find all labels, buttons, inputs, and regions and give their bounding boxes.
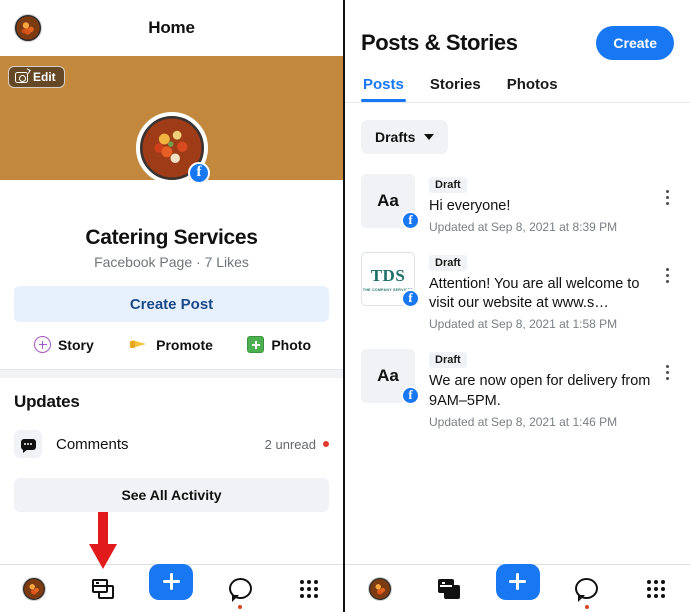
section-divider: [0, 369, 343, 378]
right-bottom-nav: [345, 563, 690, 612]
quick-action-story-label: Story: [57, 336, 94, 353]
dual-screenshot: Home Edit f Catering Services Facebook P…: [0, 0, 690, 612]
draft-text: Attention! You are all welcome to visit …: [429, 276, 640, 312]
pages-icon: [91, 578, 114, 599]
camera-icon: [15, 71, 28, 83]
draft-text: Hi everyone!: [429, 198, 511, 214]
right-screen-posts-stories: Posts & Stories Create Posts Stories Pho…: [345, 0, 690, 612]
quick-action-promote-label: Promote: [156, 336, 213, 353]
tab-photos[interactable]: Photos: [507, 76, 558, 102]
photo-plus-icon: [247, 336, 265, 353]
comment-bubble-icon: [14, 430, 42, 458]
comments-label: Comments: [56, 435, 129, 453]
chat-badge-dot-icon: [238, 604, 243, 609]
plus-icon: [495, 563, 540, 600]
draft-overflow-menu-icon[interactable]: [658, 174, 676, 205]
nav-item-avatar[interactable]: [0, 565, 69, 612]
draft-updated-meta: Updated at Sep 8, 2021 at 1:46 PM: [429, 414, 618, 429]
tab-stories[interactable]: Stories: [430, 76, 481, 102]
nav-item-pages[interactable]: [69, 565, 138, 612]
quick-action-photo-label: Photo: [271, 336, 311, 353]
updates-heading: Updates: [14, 392, 80, 411]
draft-text: We are now open for delivery from 9AM–5P…: [429, 373, 651, 409]
draft-thumbnail-logo-label: TDS: [370, 266, 406, 286]
page-avatar-food-bowl-icon: [367, 576, 392, 601]
draft-thumbnail-wrap: Aa f: [361, 174, 420, 230]
grid-menu-icon: [299, 579, 318, 598]
megaphone-icon: [130, 337, 149, 352]
nav-item-create[interactable]: [483, 563, 552, 612]
circle-plus-icon: [33, 336, 51, 353]
drafts-filter-dropdown[interactable]: Drafts: [361, 120, 449, 154]
posts-stories-title: Posts & Stories: [361, 30, 518, 55]
status-badge: Draft: [429, 177, 467, 193]
left-header: Home: [0, 0, 343, 56]
profile-picture-wrap[interactable]: f: [136, 112, 210, 184]
right-header: Posts & Stories Create: [345, 0, 690, 60]
page-info: Catering Services Facebook Page · 7 Like…: [0, 180, 343, 270]
draft-list-item[interactable]: Aa f Draft Hi everyone! Updated at Sep 8…: [345, 166, 690, 244]
page-avatar-food-bowl-icon[interactable]: [14, 14, 42, 42]
plus-icon: [149, 563, 194, 600]
draft-updated-meta: Updated at Sep 8, 2021 at 1:58 PM: [429, 317, 618, 332]
create-post-button[interactable]: Create Post: [14, 286, 329, 322]
drafts-filter-label: Drafts: [375, 129, 416, 145]
nav-item-create[interactable]: [137, 563, 206, 612]
draft-list-item[interactable]: Aa f Draft We are now open for delivery …: [345, 341, 690, 438]
draft-list-item[interactable]: TDS THE COMPANY SERVICES f Draft Attenti…: [345, 244, 690, 341]
left-screen-page-home: Home Edit f Catering Services Facebook P…: [0, 0, 345, 612]
chevron-down-icon: [424, 134, 435, 140]
see-all-activity-button[interactable]: See All Activity: [14, 478, 329, 512]
nav-item-pages[interactable]: [414, 565, 483, 612]
updates-comments-row[interactable]: Comments 2 unread: [0, 412, 343, 458]
draft-thumbnail-wrap: TDS THE COMPANY SERVICES f: [361, 252, 420, 309]
draft-thumbnail-wrap: Aa f: [361, 349, 420, 406]
status-badge: Draft: [429, 352, 467, 369]
pages-icon: [437, 578, 460, 599]
status-badge: Draft: [429, 255, 467, 272]
unread-dot-icon: [323, 441, 329, 447]
quick-action-photo[interactable]: Photo: [225, 336, 333, 353]
tab-posts[interactable]: Posts: [361, 76, 406, 102]
draft-body: Draft Attention! You are all welcome to …: [415, 252, 658, 331]
facebook-badge-icon: f: [401, 289, 420, 309]
draft-overflow-menu-icon[interactable]: [658, 349, 676, 381]
draft-body: Draft We are now open for delivery from …: [415, 349, 658, 429]
chat-badge-dot-icon: [584, 604, 589, 609]
create-button[interactable]: Create: [596, 26, 674, 60]
page-avatar-food-bowl-icon: [22, 576, 47, 601]
chat-bubble-icon: [228, 578, 252, 602]
left-bottom-nav: [0, 563, 343, 612]
draft-updated-meta: Updated at Sep 8, 2021 at 8:39 PM: [429, 220, 618, 235]
annotation-arrow-icon: [89, 512, 117, 569]
quick-action-story[interactable]: Story: [10, 336, 118, 353]
draft-overflow-menu-icon[interactable]: [658, 252, 676, 284]
comments-unread-count: 2 unread: [264, 436, 316, 452]
nav-item-chat[interactable]: [552, 565, 621, 612]
quick-action-promote[interactable]: Promote: [118, 336, 226, 353]
facebook-badge-icon: f: [401, 211, 420, 230]
edit-cover-button[interactable]: Edit: [8, 66, 65, 88]
page-title: Home: [148, 18, 195, 37]
chat-bubble-icon: [575, 578, 598, 602]
quick-actions-row: Story Promote Photo: [10, 336, 333, 353]
facebook-badge-icon: f: [188, 162, 210, 184]
grid-menu-icon: [646, 579, 665, 598]
nav-item-menu[interactable]: [274, 565, 343, 612]
nav-item-menu[interactable]: [621, 565, 690, 612]
page-subtitle: Facebook Page · 7 Likes: [94, 254, 249, 270]
nav-item-chat[interactable]: [206, 565, 275, 612]
tab-bar: Posts Stories Photos: [345, 60, 690, 102]
drafts-list: Aa f Draft Hi everyone! Updated at Sep 8…: [345, 166, 690, 439]
page-name: Catering Services: [85, 226, 258, 249]
draft-body: Draft Hi everyone! Updated at Sep 8, 202…: [415, 174, 658, 234]
edit-cover-label: Edit: [33, 70, 56, 84]
nav-item-avatar[interactable]: [345, 565, 414, 612]
